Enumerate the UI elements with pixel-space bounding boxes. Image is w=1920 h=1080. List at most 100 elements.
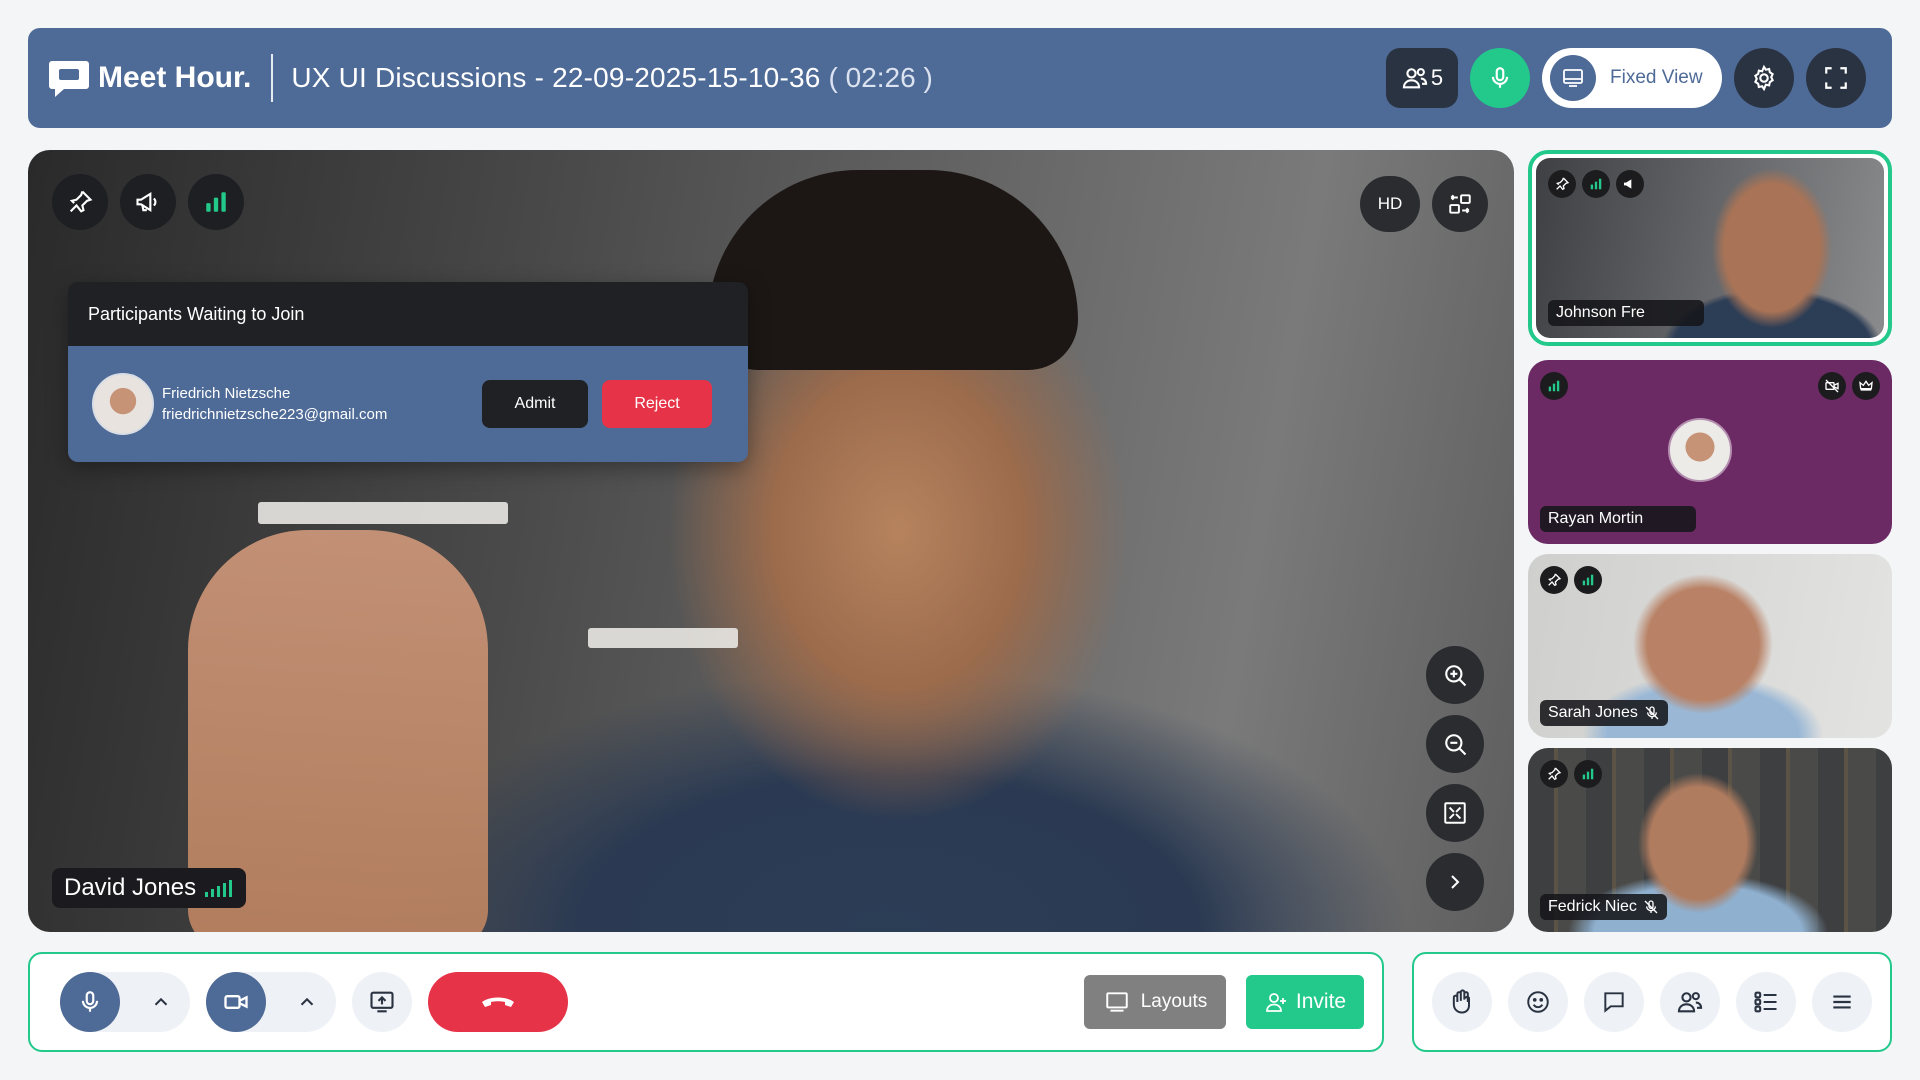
fit-screen-button[interactable]: [1426, 784, 1484, 842]
fullscreen-button[interactable]: [1806, 48, 1866, 108]
signal-bars-icon: [206, 192, 226, 212]
tile-participant-name: Rayan Mortin: [1548, 510, 1644, 527]
monitor-icon: [1550, 55, 1596, 101]
signal-bars-icon: [1574, 760, 1602, 788]
participant-tile[interactable]: Johnson Fre: [1528, 150, 1892, 346]
polls-button[interactable]: [1736, 972, 1796, 1032]
chevron-up-icon[interactable]: [296, 991, 318, 1013]
raise-hand-icon: [1452, 989, 1470, 1014]
brand-logo: Meet Hour.: [48, 58, 251, 98]
chat-button[interactable]: [1584, 972, 1644, 1032]
pin-icon: [1548, 170, 1576, 198]
layouts-label: Layouts: [1140, 991, 1208, 1012]
waiting-room-panel: Participants Waiting to Join Friedrich N…: [68, 282, 748, 462]
menu-icon: [1833, 995, 1851, 1009]
zoom-in-icon: [1445, 665, 1467, 687]
video-off-icon: [1818, 372, 1846, 400]
participants-count: 5: [1430, 65, 1444, 90]
video-quality-label: HD: [1377, 194, 1403, 213]
chat-bubble-logo-icon: [49, 61, 89, 97]
participants-count-button[interactable]: 5: [1386, 48, 1458, 108]
chat-icon: [1604, 992, 1624, 1013]
speaker-hair: [708, 170, 1078, 370]
chevron-up-icon[interactable]: [150, 991, 172, 1013]
fullscreen-icon: [1825, 67, 1847, 89]
tile-name-label: Rayan Mortin: [1540, 506, 1696, 532]
screen-share-button[interactable]: [352, 972, 412, 1032]
camera-control-group: [206, 972, 336, 1032]
zoom-out-button[interactable]: [1426, 715, 1484, 773]
background-shelf: [588, 628, 738, 648]
participant-tile[interactable]: Fedrick Niec: [1528, 748, 1892, 932]
camera-toggle-button[interactable]: [206, 972, 266, 1032]
settings-gear-icon: [1754, 64, 1774, 92]
switch-camera-button[interactable]: [1432, 176, 1488, 232]
invite-button[interactable]: Invite: [1246, 975, 1364, 1029]
emoji-icon: [1527, 991, 1549, 1013]
megaphone-icon: [1616, 170, 1644, 198]
microphone-icon: [81, 991, 99, 1012]
tile-name-label: Sarah Jones: [1540, 700, 1668, 726]
pin-button[interactable]: [52, 174, 108, 230]
layouts-button[interactable]: Layouts: [1084, 975, 1226, 1029]
meeting-controls-bar: Layouts Invite: [28, 952, 1384, 1052]
waiting-participant-email: friedrichnietzsche223@gmail.com: [162, 406, 388, 423]
more-menu-button[interactable]: [1812, 972, 1872, 1032]
signal-bars-icon: [205, 880, 233, 897]
participants-button[interactable]: [1660, 972, 1720, 1032]
connection-quality-button[interactable]: [188, 174, 244, 230]
tile-participant-name: Sarah Jones: [1548, 704, 1638, 721]
reject-button[interactable]: Reject: [602, 380, 712, 428]
zoom-out-icon: [1445, 734, 1467, 756]
settings-button[interactable]: [1734, 48, 1794, 108]
header-mic-button[interactable]: [1470, 48, 1530, 108]
fixed-view-label: Fixed View: [1610, 67, 1703, 88]
main-participant-name: David Jones: [64, 874, 197, 901]
invite-label: Invite: [1295, 990, 1347, 1013]
leave-call-button[interactable]: [428, 972, 568, 1032]
next-page-button[interactable]: [1426, 853, 1484, 911]
fixed-view-toggle[interactable]: Fixed View: [1542, 48, 1722, 108]
hang-up-icon: [482, 997, 514, 1007]
participants-icon: [1677, 992, 1703, 1013]
meeting-timer: ( 02:26 ): [828, 62, 933, 93]
video-camera-icon: [224, 995, 248, 1009]
raise-hand-button[interactable]: [1432, 972, 1492, 1032]
microphone-icon: [1491, 67, 1509, 88]
pin-icon: [69, 190, 93, 213]
participant-tile[interactable]: Rayan Mortin: [1528, 360, 1892, 544]
avatar: [1668, 418, 1732, 482]
host-crown-icon: [1852, 372, 1880, 400]
fit-screen-icon: [1444, 802, 1466, 824]
tile-participant-name: Johnson Fre: [1556, 304, 1645, 321]
pin-icon: [1540, 760, 1568, 788]
mic-muted-icon: [1645, 706, 1659, 720]
spotlight-button[interactable]: [120, 174, 176, 230]
layout-monitor-icon: [1105, 992, 1128, 1012]
waiting-participant-name: Friedrich Nietzsche: [162, 385, 291, 402]
brand-name: Meet Hour.: [98, 61, 252, 94]
tile-name-label: Fedrick Niec: [1540, 894, 1667, 920]
top-header-bar: Meet Hour. UX UI Discussions - 22-09-202…: [28, 28, 1892, 128]
chevron-right-icon: [1451, 875, 1460, 889]
mic-toggle-button[interactable]: [60, 972, 120, 1032]
main-participant-name-chip: David Jones: [52, 868, 247, 908]
main-video-stage[interactable]: HD Participants Waiting to Join Friedric…: [28, 150, 1514, 932]
signal-bars-icon: [1540, 372, 1568, 400]
admit-button[interactable]: Admit: [482, 380, 588, 428]
meeting-tools-bar: [1412, 952, 1892, 1052]
switch-camera-icon: [1449, 194, 1471, 214]
zoom-in-button[interactable]: [1426, 646, 1484, 704]
background-shelf: [258, 502, 508, 524]
mic-muted-icon: [1644, 900, 1658, 914]
signal-bars-icon: [1574, 566, 1602, 594]
megaphone-icon: [136, 191, 157, 213]
reactions-button[interactable]: [1508, 972, 1568, 1032]
header-divider: [271, 54, 274, 102]
avatar: [92, 373, 154, 435]
pin-icon: [1540, 566, 1568, 594]
participant-tile[interactable]: Sarah Jones: [1528, 554, 1892, 738]
participants-icon: [1402, 68, 1428, 89]
waiting-participant-row: Friedrich Nietzsche friedrichnietzsche22…: [68, 346, 748, 462]
video-quality-button[interactable]: HD: [1360, 176, 1420, 232]
